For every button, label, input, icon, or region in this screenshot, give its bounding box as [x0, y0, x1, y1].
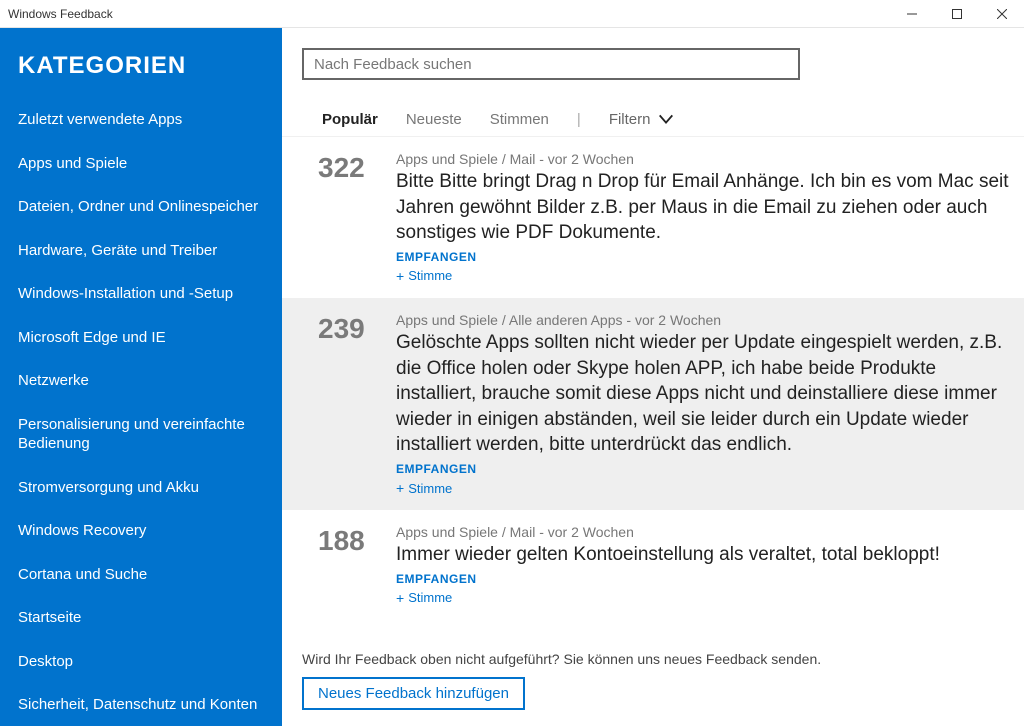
feedback-body: Apps und Spiele / Mail - vor 2 Wochen Bit… — [396, 151, 1016, 284]
sidebar-item[interactable]: Stromversorgung und Akku — [0, 466, 282, 510]
sidebar-item[interactable]: Dateien, Ordner und Onlinespeicher — [0, 185, 282, 229]
feedback-list[interactable]: 322 Apps und Spiele / Mail - vor 2 Wochen… — [282, 137, 1024, 639]
plus-icon: + — [396, 480, 404, 496]
search-wrap — [282, 28, 1024, 96]
sidebar-heading: KATEGORIEN — [0, 46, 282, 98]
footer: Wird Ihr Feedback oben nicht aufgeführt?… — [282, 639, 1024, 726]
feedback-status: EMPFANGEN — [396, 462, 1016, 476]
upvote-label: Stimme — [408, 481, 452, 496]
sidebar-item[interactable]: Startseite — [0, 596, 282, 640]
main-panel: Populär Neueste Stimmen | Filtern 322 App… — [282, 28, 1024, 726]
upvote-button[interactable]: + Stimme — [396, 480, 1016, 496]
sidebar-item[interactable]: Sicherheit, Datenschutz und Konten — [0, 683, 282, 726]
sort-tabs: Populär Neueste Stimmen | Filtern — [282, 96, 1024, 137]
sidebar-item[interactable]: Netzwerke — [0, 359, 282, 403]
new-feedback-button[interactable]: Neues Feedback hinzufügen — [302, 677, 525, 710]
feedback-text: Bitte Bitte bringt Drag n Drop für Email… — [396, 169, 1016, 246]
filter-dropdown[interactable]: Filtern — [609, 110, 675, 128]
titlebar: Windows Feedback — [0, 0, 1024, 28]
window-title: Windows Feedback — [0, 7, 113, 21]
minimize-button[interactable] — [889, 0, 934, 28]
search-input[interactable] — [302, 48, 800, 80]
sidebar-item[interactable]: Windows Recovery — [0, 509, 282, 553]
sidebar-item[interactable]: Microsoft Edge und IE — [0, 316, 282, 360]
feedback-item[interactable]: 322 Apps und Spiele / Mail - vor 2 Wochen… — [282, 137, 1024, 298]
maximize-button[interactable] — [934, 0, 979, 28]
tab-popular[interactable]: Populär — [322, 111, 378, 128]
sidebar-item[interactable]: Personalisierung und vereinfachte Bedien… — [0, 403, 282, 466]
chevron-down-icon — [657, 110, 675, 128]
upvote-label: Stimme — [408, 590, 452, 605]
sidebar-items: Zuletzt verwendete AppsApps und SpieleDa… — [0, 98, 282, 726]
feedback-item[interactable]: 239 Apps und Spiele / Alle anderen Apps -… — [282, 298, 1024, 510]
app-body: KATEGORIEN Zuletzt verwendete AppsApps u… — [0, 28, 1024, 726]
sidebar-item[interactable]: Windows-Installation und -Setup — [0, 272, 282, 316]
feedback-text: Immer wieder gelten Kontoeinstellung als… — [396, 542, 1016, 568]
plus-icon: + — [396, 268, 404, 284]
feedback-status: EMPFANGEN — [396, 250, 1016, 264]
upvote-label: Stimme — [408, 268, 452, 283]
feedback-body: Apps und Spiele / Mail - vor 2 Wochen Imm… — [396, 524, 1016, 606]
vote-count: 188 — [318, 524, 378, 606]
sidebar-item[interactable]: Apps und Spiele — [0, 142, 282, 186]
plus-icon: + — [396, 590, 404, 606]
close-button[interactable] — [979, 0, 1024, 28]
vote-count: 322 — [318, 151, 378, 284]
tab-newest[interactable]: Neueste — [406, 111, 462, 128]
window-controls — [889, 0, 1024, 28]
feedback-meta: Apps und Spiele / Mail - vor 2 Wochen — [396, 151, 1016, 167]
feedback-status: EMPFANGEN — [396, 572, 1016, 586]
upvote-button[interactable]: + Stimme — [396, 268, 1016, 284]
tab-votes[interactable]: Stimmen — [490, 111, 549, 128]
sidebar-item[interactable]: Cortana und Suche — [0, 553, 282, 597]
sidebar: KATEGORIEN Zuletzt verwendete AppsApps u… — [0, 28, 282, 726]
feedback-item[interactable]: 188 Apps und Spiele / Mail - vor 2 Wochen… — [282, 510, 1024, 620]
feedback-meta: Apps und Spiele / Mail - vor 2 Wochen — [396, 524, 1016, 540]
tab-separator: | — [577, 111, 581, 128]
upvote-button[interactable]: + Stimme — [396, 590, 1016, 606]
feedback-body: Apps und Spiele / Alle anderen Apps - vo… — [396, 312, 1016, 496]
filter-label: Filtern — [609, 111, 651, 128]
sidebar-item[interactable]: Zuletzt verwendete Apps — [0, 98, 282, 142]
footer-prompt: Wird Ihr Feedback oben nicht aufgeführt?… — [302, 651, 1004, 667]
sidebar-item[interactable]: Hardware, Geräte und Treiber — [0, 229, 282, 273]
vote-count: 239 — [318, 312, 378, 496]
sidebar-item[interactable]: Desktop — [0, 640, 282, 684]
feedback-meta: Apps und Spiele / Alle anderen Apps - vo… — [396, 312, 1016, 328]
feedback-text: Gelöschte Apps sollten nicht wieder per … — [396, 330, 1016, 458]
